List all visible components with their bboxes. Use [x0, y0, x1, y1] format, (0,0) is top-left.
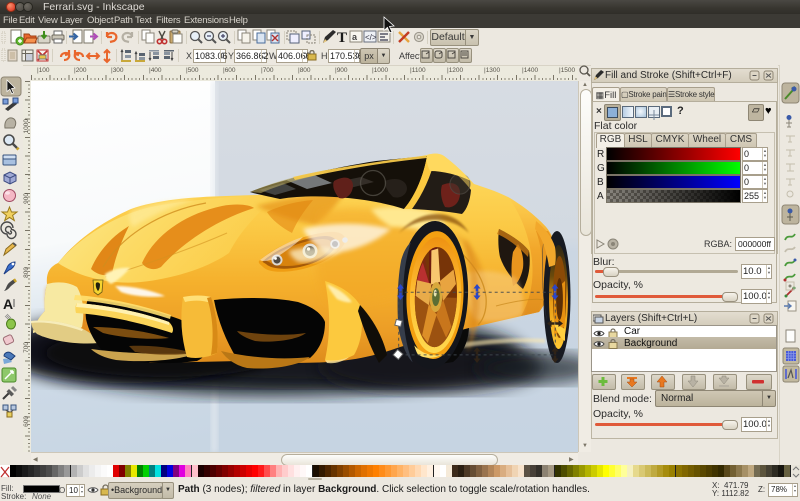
svg-text:A: A: [3, 296, 13, 312]
svg-text:</>: </>: [365, 33, 377, 42]
svg-text:T: T: [337, 30, 347, 46]
